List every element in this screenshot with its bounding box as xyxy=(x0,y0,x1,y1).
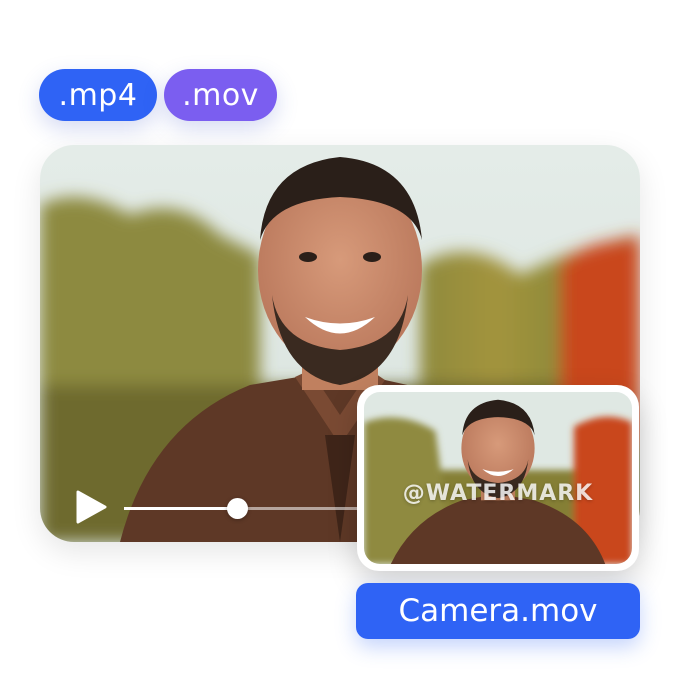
watermark-text: @WATERMARK xyxy=(402,481,594,506)
format-badge-mp4: .mp4 xyxy=(39,69,157,121)
preview-image xyxy=(364,392,632,564)
file-name-label: Camera.mov xyxy=(356,583,640,639)
format-badge-mov: .mov xyxy=(164,69,277,121)
play-icon[interactable] xyxy=(74,490,108,524)
progress-bar[interactable] xyxy=(124,498,364,519)
progress-handle[interactable] xyxy=(226,498,248,519)
preview-frame: @WATERMARK xyxy=(364,392,632,564)
progress-fill xyxy=(124,507,237,510)
watermarked-preview: @WATERMARK xyxy=(357,385,639,571)
